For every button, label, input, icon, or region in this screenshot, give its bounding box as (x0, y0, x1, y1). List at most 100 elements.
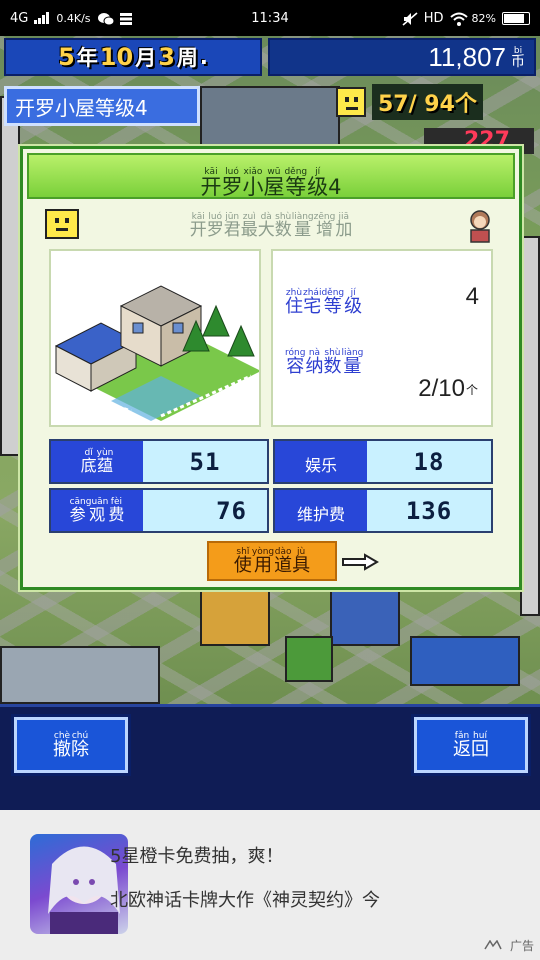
hanzi: 除 (71, 738, 89, 760)
capacity-value: 2/10 (418, 375, 465, 402)
stat-label: 维 护 费 (275, 490, 367, 531)
currency-hanzi: 币 (511, 54, 525, 70)
ruby-char: děng 等 (321, 289, 344, 316)
stat-label: 娱 乐 (275, 441, 367, 482)
hanzi: 等 (285, 174, 307, 199)
ruby-char: róng 容 (285, 349, 305, 376)
hanzi: 容 (286, 356, 305, 377)
hanzi: 纳 (305, 356, 324, 377)
selected-building-name: 开罗小屋等级4 (15, 95, 148, 120)
hanzi: 开 (189, 220, 207, 240)
hanzi: 小 (242, 174, 264, 199)
capacity-label: róng 容 nà 纳 shù 数 liàng 量 (285, 339, 363, 376)
stat-value: 136 (367, 490, 491, 531)
capacity-value-wrap: 2/10个 (418, 375, 479, 403)
hanzi: 乐 (321, 456, 338, 475)
hanzi: 君 (223, 220, 241, 240)
hanzi: 蕴 (97, 456, 114, 475)
hanzi: 罗 (221, 174, 243, 199)
ruby-char: 维 (297, 498, 313, 523)
resident-counter: 57/ 94个 (336, 82, 540, 122)
ruby-char: dà 大 (258, 213, 275, 239)
ruby-char: zuì 最 (241, 213, 258, 239)
building-info-dialog: kāi 开 luó 罗 xiǎo 小 wū 屋 děng 等 jí 级 4 kāi 开 luó 罗 jūn 君 z… (20, 146, 522, 590)
building (0, 646, 160, 704)
ruby-char: shǐ 使 (233, 547, 252, 576)
stat-value: 76 (143, 490, 267, 531)
ruby-char: jù 具 (292, 547, 310, 575)
building-preview (49, 249, 261, 427)
house-level-value: 4 (465, 283, 479, 310)
stat-visit-fee: cān 参 guān 观 fèi 费 76 (49, 488, 269, 533)
hanzi: 数 (323, 356, 342, 377)
ad-logo-icon (484, 939, 510, 953)
hanzi: 级 (344, 296, 363, 317)
building (410, 636, 520, 686)
house-info-panel: zhù 住 zhái 宅 děng 等 jí 级 4 róng 容 nà 纳 shù 数 liàng 量 2… (271, 249, 493, 427)
ruby-char: cān 参 (70, 498, 86, 523)
ruby-char: chè 撤 (53, 731, 71, 759)
ruby-char: 4 (328, 168, 341, 198)
stat-label: dǐ 底 yùn 蕴 (51, 441, 143, 482)
stat-label: cān 参 guān 观 fèi 费 (51, 490, 143, 531)
hanzi: 使 (233, 554, 252, 576)
hanzi: 观 (89, 505, 106, 524)
ruby-char: kāi 开 (200, 167, 221, 198)
ruby-char: guān 观 (86, 498, 109, 523)
hanzi: 罗 (206, 220, 224, 240)
hanzi: 住 (285, 296, 303, 317)
selected-building-tag: 开罗小屋等级4 (4, 86, 200, 126)
hanzi: 屋 (263, 174, 285, 199)
hanzi: 宅 (303, 296, 322, 317)
resident-count: 57/ 94个 (372, 84, 483, 120)
status-bar: 4G 0.4K/s 11:34 HD 82% (0, 0, 540, 36)
ad-body: 北欧神话卡牌大作《神灵契约》今 (110, 890, 380, 911)
currency-unit: bi 币 (510, 46, 526, 70)
ruby-char: dào 道 (274, 547, 292, 575)
hanzi: 用 (254, 554, 272, 576)
kairo-face-icon (336, 87, 366, 117)
ruby-char: jūn 君 (224, 213, 241, 239)
capacity-unit: 个 (465, 382, 478, 397)
date-week: 3 (158, 43, 175, 71)
ruby-char: 娱 (305, 449, 321, 474)
hanzi: 数 (274, 220, 292, 240)
ruby-char: zhái 宅 (303, 289, 321, 316)
back-button[interactable]: fǎn 返 huí 回 (414, 717, 528, 773)
hanzi: 级 (307, 174, 329, 199)
stat-upkeep: 维 护 费 136 (273, 488, 493, 533)
ad-label: 广告 (484, 937, 534, 954)
ruby-char: jiā 加 (335, 213, 352, 239)
ruby-char: 费 (329, 498, 345, 523)
money-amount: 11,807 (428, 41, 506, 72)
hanzi: 回 (471, 738, 489, 760)
ruby-char: 护 (313, 498, 329, 523)
money-display: 11,807 bi 币 (268, 38, 536, 76)
building (285, 636, 333, 682)
hanzi: 费 (108, 505, 125, 524)
hanzi: 底 (80, 456, 97, 475)
date-week-unit: 周 (176, 46, 198, 70)
building (330, 586, 400, 646)
stat-value: 51 (143, 441, 267, 482)
hanzi: 量 (294, 220, 312, 240)
ad-headline: 5星橙卡免费抽，爽！ (110, 846, 284, 867)
hanzi: 增 (315, 220, 333, 240)
villager-icon (465, 209, 495, 243)
ruby-char: jí 级 (307, 167, 329, 199)
remove-button[interactable]: chè 撤 chú 除 (14, 717, 128, 773)
hanzi: 加 (335, 220, 353, 240)
ad-banner[interactable]: 5星橙卡免费抽，爽！ 北欧神话卡牌大作《神灵契约》今 广告 (0, 810, 540, 960)
hanzi: 娱 (304, 456, 321, 475)
hanzi: 维 (296, 505, 313, 524)
stat-heritage: dǐ 底 yùn 蕴 51 (49, 439, 269, 484)
ruby-char: nà 纳 (305, 349, 323, 376)
date-month: 10 (99, 43, 134, 71)
hanzi: 参 (69, 505, 86, 524)
ruby-char: fǎn 返 (453, 731, 471, 759)
ruby-char: zēng 增 (314, 213, 336, 239)
use-item-button[interactable]: shǐ 使 yòng 用 dào 道 jù 具 (207, 541, 337, 581)
game-date: 5 年 10 月 3 周 . (4, 38, 262, 76)
date-month-unit: 月 (135, 46, 157, 70)
ruby-char: fèi 费 (108, 498, 124, 523)
